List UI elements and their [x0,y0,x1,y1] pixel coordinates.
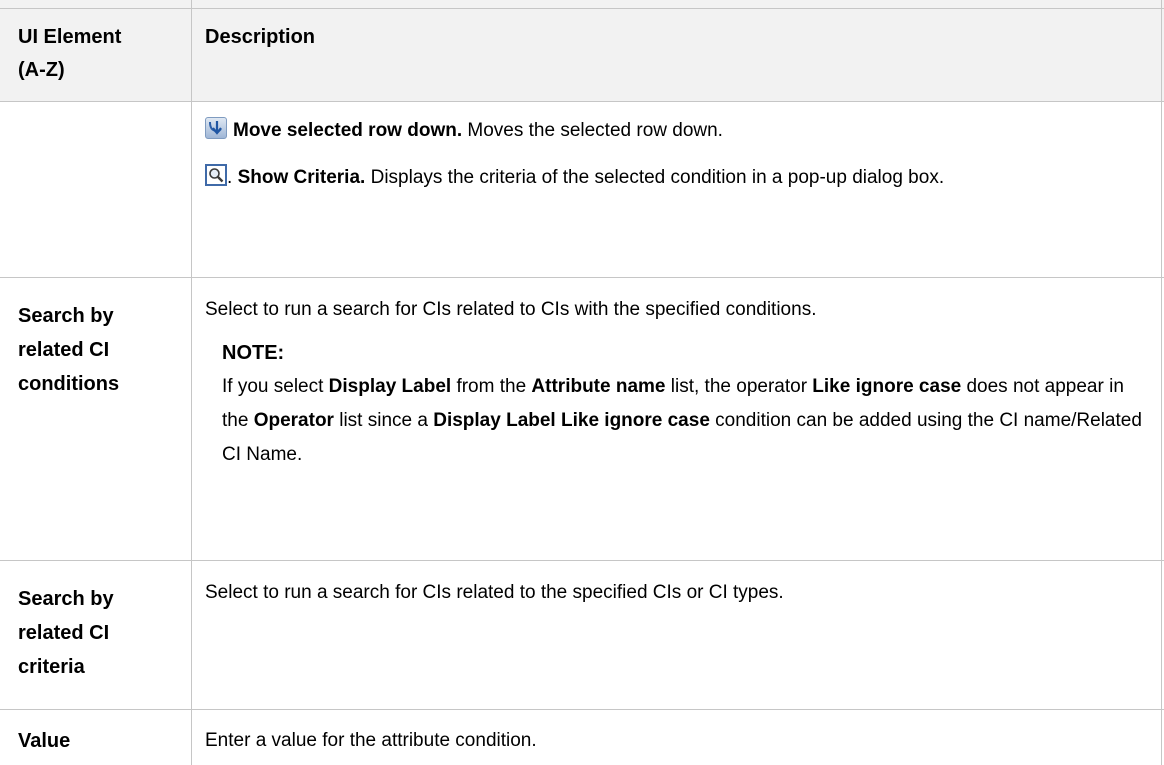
row-divider [0,560,1164,561]
note-bold: Attribute name [531,376,666,397]
term-search-by-related-ci-criteria: Search by related CI criteria [18,582,188,684]
row-divider [0,8,1164,9]
show-criteria-label: Show Criteria. [237,167,366,188]
column-divider [191,0,192,765]
move-down-text: Moves the selected row down. [462,120,723,141]
note-fragment: If you select [222,376,329,397]
header-ui-element-line2: (A-Z) [18,59,65,81]
ui-element-table: UI Element (A-Z) Description Move select… [0,0,1164,765]
description-cell: Select to run a search for CIs related t… [205,582,784,603]
term-line: conditions [18,373,120,395]
note-text: If you select Display Label from the Att… [222,370,1155,472]
note-bold: Display Label [328,376,452,397]
move-down-icon [205,117,227,139]
term-line: related CI [18,622,110,644]
show-criteria-item: . Show Criteria. Displays the criteria o… [205,161,1155,195]
term-value: Value [18,730,71,752]
term-line: criteria [18,656,85,678]
note-block: NOTE: If you select Display Label from t… [205,336,1155,472]
note-bold: Like ignore case [812,376,962,397]
show-criteria-text: Displays the criteria of the selected co… [365,167,945,188]
description-cell: Move selected row down. Moves the select… [205,114,1155,195]
note-fragment: list, the operator [665,376,813,397]
row-divider [0,277,1164,278]
period-text: . [227,167,238,188]
row-divider [0,709,1164,710]
table-right-border [1161,0,1162,765]
note-fragment: from the [451,376,532,397]
move-down-item: Move selected row down. Moves the select… [205,114,1155,148]
term-search-by-related-ci-conditions: Search by related CI conditions [18,299,188,401]
magnifier-icon [205,164,227,186]
row-divider [0,101,1164,102]
term-line: related CI [18,339,110,361]
description-cell: Select to run a search for CIs related t… [205,293,1155,472]
note-title: NOTE: [222,342,285,364]
header-ui-element: UI Element (A-Z) [18,21,178,87]
note-bold: Display Label Like ignore case [433,410,710,431]
header-description: Description [205,26,316,48]
description-text: Select to run a search for CIs related t… [205,299,817,320]
note-bold: Operator [253,410,334,431]
term-line: Search by [18,305,114,327]
header-ui-element-line1: UI Element [18,26,122,48]
term-line: Search by [18,588,114,610]
note-fragment: list since a [333,410,434,431]
move-down-label: Move selected row down. [233,120,463,141]
description-cell: Enter a value for the attribute conditio… [205,730,537,751]
